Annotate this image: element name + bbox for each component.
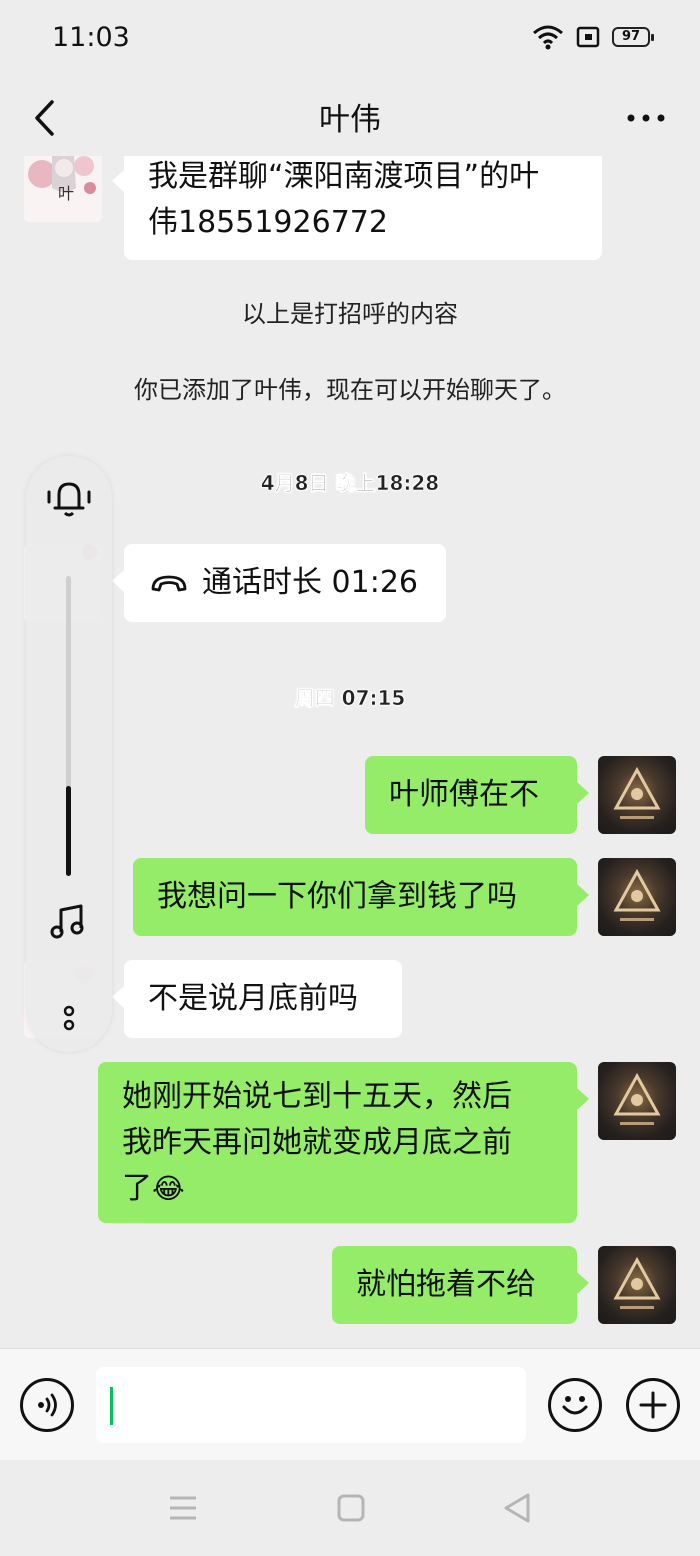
system-message: 以上是打招呼的内容 <box>242 300 458 328</box>
back-triangle-icon[interactable] <box>502 1492 532 1524</box>
triangle-logo-image <box>613 1256 661 1309</box>
triangle-logo-image <box>613 868 661 921</box>
my-avatar[interactable] <box>598 858 676 936</box>
message-text: 我昨天再问她就变成月底之前 <box>122 1125 512 1160</box>
text-caret <box>110 1387 113 1425</box>
voice-icon <box>38 1393 57 1417</box>
emoji-icon <box>562 1396 588 1415</box>
system-message: 你已添加了叶伟，现在可以开始聊天了。 <box>134 376 566 404</box>
triangle-logo-image <box>613 766 661 819</box>
laughing-crying-emoji-icon: 😂 <box>152 1172 185 1205</box>
status-time: 11:03 <box>52 22 130 53</box>
phone-hangup-icon <box>151 575 187 592</box>
wifi-icon <box>533 25 563 50</box>
message-text: 她刚开始说七到十五天，然后 <box>122 1079 512 1114</box>
floating-volume-panel[interactable] <box>26 456 112 1052</box>
avatar-caption: 叶 <box>58 184 75 203</box>
sim-icon <box>576 26 600 48</box>
message-text: 了 <box>122 1171 152 1206</box>
message-input-bar <box>0 1348 700 1460</box>
call-duration: 通话时长 01:26 <box>202 565 418 600</box>
contact-avatar[interactable]: 叶 <box>24 156 102 222</box>
more-functions-button[interactable] <box>626 1378 680 1432</box>
volume-slider-fill <box>66 786 71 876</box>
message-bubble-sent[interactable]: 就怕拖着不给 <box>332 1246 589 1324</box>
message-bubble-sent[interactable]: 叶师傅在不 <box>365 756 589 834</box>
battery-level: 97 <box>621 29 641 44</box>
message-text: 我是群聊“溧阳南渡项目”的叶 <box>148 159 540 194</box>
volume-slider[interactable] <box>66 576 71 876</box>
status-icons: 97 <box>532 24 654 50</box>
battery-icon: 97 <box>612 27 654 47</box>
message-bubble-greeting[interactable]: 我是群聊“溧阳南渡项目”的叶 伟18551926772 <box>112 156 602 260</box>
message-text: 叶师傅在不 <box>389 777 539 812</box>
more-vertical-dots-icon[interactable] <box>59 1004 79 1034</box>
message-text-last-line: 了😂 <box>122 1166 553 1212</box>
message-bubble-sent[interactable]: 我想问一下你们拿到钱了吗 <box>133 858 589 936</box>
bell-icon[interactable] <box>43 476 95 520</box>
message-input-field[interactable] <box>96 1367 526 1443</box>
voice-input-button[interactable] <box>20 1378 74 1432</box>
chat-header: 叶伟 <box>0 80 700 156</box>
message-bubble-received[interactable]: 不是说月底前吗 <box>112 960 402 1038</box>
call-record-bubble[interactable]: 通话时长 01:26 <box>112 544 446 622</box>
home-square-icon[interactable] <box>336 1493 366 1523</box>
status-bar: 11:03 97 <box>0 0 700 80</box>
emoji-button[interactable] <box>548 1378 602 1432</box>
my-avatar[interactable] <box>598 756 676 834</box>
more-button[interactable] <box>622 94 670 142</box>
my-avatar[interactable] <box>598 1062 676 1140</box>
message-text: 我想问一下你们拿到钱了吗 <box>157 879 517 914</box>
music-note-icon <box>50 904 84 939</box>
message-text: 就怕拖着不给 <box>356 1267 536 1302</box>
menu-lines-icon[interactable] <box>168 1495 198 1521</box>
more-dots-icon <box>627 114 665 122</box>
plus-icon <box>639 1391 667 1419</box>
message-bubble-sent[interactable]: 她刚开始说七到十五天，然后 我昨天再问她就变成月底之前 了😂 <box>98 1062 589 1223</box>
system-navigation-bar <box>0 1460 700 1556</box>
triangle-logo-image <box>613 1072 661 1125</box>
my-avatar[interactable] <box>598 1246 676 1324</box>
message-text: 不是说月底前吗 <box>148 981 358 1016</box>
chat-title: 叶伟 <box>319 102 381 138</box>
message-text: 伟18551926772 <box>148 205 388 240</box>
